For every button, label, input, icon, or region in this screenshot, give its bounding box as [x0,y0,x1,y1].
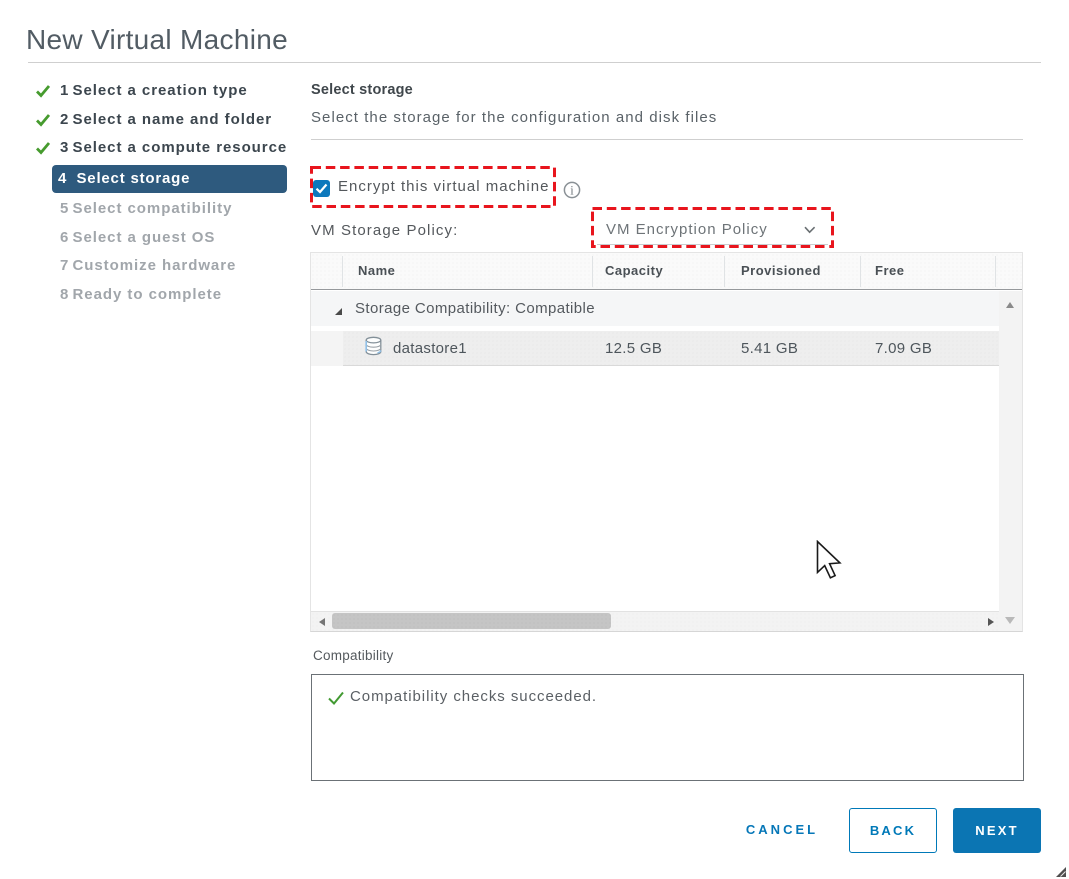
svg-text:i: i [570,184,574,198]
